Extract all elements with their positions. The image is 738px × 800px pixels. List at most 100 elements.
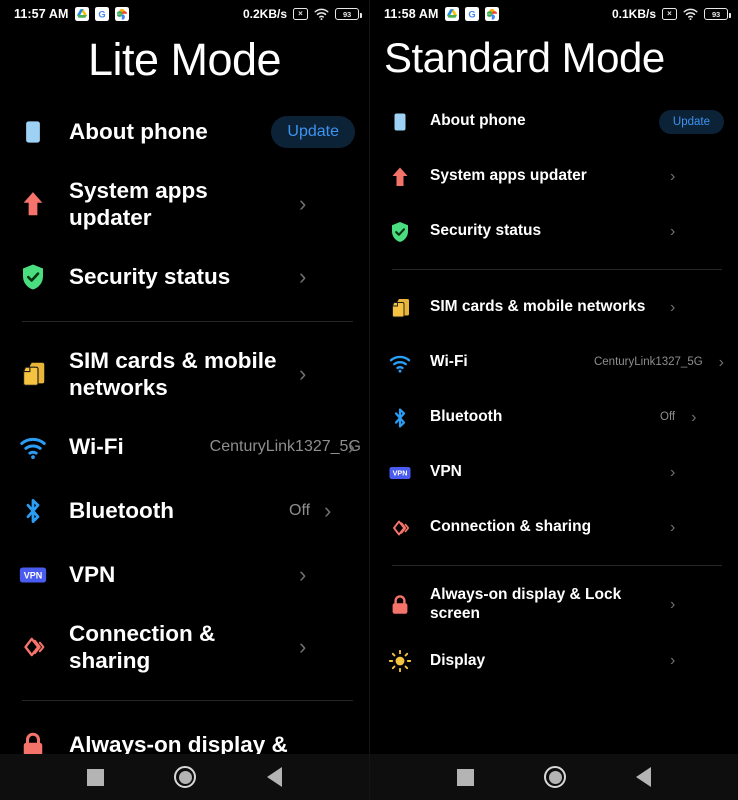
shield-check-icon: [18, 262, 48, 292]
status-app-google-drive-icon: [444, 7, 459, 21]
dual-screenshot-comparison: 11:57 AM G 0.2KB/s × 93 Lite Mode About phone U…: [0, 0, 738, 800]
navigation-bar: [0, 754, 369, 800]
row-label: VPN: [430, 463, 462, 481]
connection-share-icon: [388, 516, 412, 540]
sim-card-icon: [388, 296, 412, 320]
chevron-right-icon: ›: [299, 263, 307, 289]
list-item-security-status[interactable]: Security status ›: [370, 204, 738, 259]
row-label: Security status: [69, 264, 231, 290]
list-divider: [392, 269, 722, 270]
row-label: SIM cards & mobile networks: [69, 347, 277, 401]
list-divider: [22, 699, 353, 701]
chevron-right-icon: ›: [670, 222, 676, 240]
row-label: Connection & sharing: [430, 518, 592, 536]
list-item-system-apps-updater[interactable]: System apps updater ›: [370, 149, 738, 204]
status-app-google-photos-icon: [484, 7, 499, 21]
chevron-right-icon: ›: [299, 191, 307, 217]
list-item-bluetooth[interactable]: Bluetooth Off ›: [0, 479, 369, 543]
no-sim-icon: ×: [662, 8, 677, 20]
settings-list: About phone Update System apps updater › Sec…: [0, 100, 369, 777]
status-app-google-search-icon: G: [464, 7, 479, 21]
list-item-sim-cards[interactable]: SIM cards & mobile networks ›: [370, 280, 738, 335]
list-item-wifi[interactable]: Wi-Fi CenturyLink1327_5G ›: [370, 335, 738, 390]
status-time: 11:57 AM: [14, 7, 69, 21]
phone-square-icon: [18, 117, 48, 147]
list-item-security-status[interactable]: Security status ›: [0, 245, 369, 309]
wifi-status-icon: [314, 8, 329, 21]
row-label: VPN: [69, 562, 116, 588]
standard-mode-screen: 11:58 AM G 0.1KB/s × 93 Standard Mode About ph…: [369, 0, 738, 800]
chevron-right-icon: ›: [670, 518, 676, 536]
chevron-right-icon: ›: [670, 298, 676, 316]
list-item-system-apps-updater[interactable]: System apps updater ›: [0, 164, 369, 245]
wifi-icon: [18, 432, 48, 462]
update-button[interactable]: Update: [658, 109, 724, 134]
list-item-vpn[interactable]: VPN VPN ›: [370, 445, 738, 500]
row-label: System apps updater: [69, 178, 208, 231]
recents-square-icon[interactable]: [457, 768, 474, 786]
row-label: Display: [430, 651, 486, 669]
list-item-about-phone[interactable]: About phone Update: [370, 94, 738, 149]
row-value: CenturyLink1327_5G: [209, 437, 361, 455]
back-triangle-icon[interactable]: [636, 767, 651, 787]
list-item-wifi[interactable]: Wi-Fi CenturyLink1327_5G ›: [0, 415, 369, 479]
connection-share-icon: [18, 632, 48, 662]
lite-mode-screen: 11:57 AM G 0.2KB/s × 93 Lite Mode About phone U…: [0, 0, 369, 800]
chevron-right-icon: ›: [691, 408, 697, 426]
battery-level: 93: [343, 9, 351, 19]
chevron-right-icon: ›: [299, 561, 307, 587]
list-item-display[interactable]: Display ›: [370, 634, 738, 689]
up-arrow-icon: [388, 165, 412, 189]
svg-text:VPN: VPN: [24, 570, 43, 580]
page-title: Standard Mode: [384, 34, 665, 81]
row-label: Connection & sharing: [69, 620, 216, 674]
status-bar-left: 11:57 AM G: [14, 7, 129, 21]
phone-square-icon: [388, 110, 412, 134]
row-label: Wi-Fi: [430, 353, 468, 371]
vpn-badge-icon: VPN: [388, 461, 412, 485]
row-label: System apps updater: [430, 167, 587, 185]
row-label: Always-on display & Lock screen: [430, 586, 622, 622]
battery-indicator: 93: [335, 8, 362, 20]
recents-square-icon[interactable]: [87, 768, 105, 786]
chevron-right-icon: ›: [324, 497, 332, 523]
status-app-google-search-icon: G: [94, 7, 109, 21]
network-speed: 0.2KB/s: [242, 7, 287, 21]
status-bar: 11:57 AM G 0.2KB/s × 93: [0, 0, 369, 28]
status-bar-right: 0.2KB/s × 93: [242, 7, 362, 21]
list-item-bluetooth[interactable]: Bluetooth Off ›: [370, 390, 738, 445]
row-value: Off: [660, 411, 676, 424]
status-bar-right: 0.1KB/s × 93: [612, 7, 731, 21]
list-item-vpn[interactable]: VPN VPN ›: [0, 543, 369, 607]
status-bar-left: 11:58 AM G: [384, 7, 499, 21]
list-item-about-phone[interactable]: About phone Update: [0, 100, 369, 164]
row-value: Off: [289, 501, 311, 519]
chevron-right-icon: ›: [299, 361, 307, 387]
back-triangle-icon[interactable]: [266, 767, 282, 787]
chevron-right-icon: ›: [299, 634, 307, 660]
battery-indicator: 93: [704, 8, 731, 20]
list-item-sim-cards[interactable]: SIM cards & mobile networks ›: [0, 334, 369, 415]
list-item-connection-sharing[interactable]: Connection & sharing ›: [0, 607, 369, 688]
list-divider: [22, 320, 353, 322]
row-label: About phone: [69, 119, 208, 145]
bluetooth-icon: [18, 496, 48, 526]
wifi-status-icon: [683, 8, 698, 21]
update-button[interactable]: Update: [271, 116, 355, 148]
list-divider: [392, 565, 722, 566]
page-title: Lite Mode: [87, 34, 282, 85]
chevron-right-icon: ›: [347, 433, 355, 459]
row-label: Bluetooth: [69, 498, 174, 524]
settings-list: About phone Update System apps updater › Sec…: [370, 94, 738, 689]
brightness-icon: [388, 649, 412, 673]
list-item-connection-sharing[interactable]: Connection & sharing ›: [370, 500, 738, 555]
row-label: Bluetooth: [430, 408, 503, 426]
no-sim-icon: ×: [293, 8, 308, 20]
row-value: CenturyLink1327_5G: [593, 356, 703, 369]
home-circle-icon[interactable]: [174, 766, 197, 788]
home-circle-icon[interactable]: [544, 766, 566, 788]
list-item-always-on-display[interactable]: Always-on display & Lock screen ›: [370, 576, 738, 634]
up-arrow-icon: [18, 189, 48, 219]
chevron-right-icon: ›: [670, 595, 676, 613]
status-time: 11:58 AM: [384, 7, 439, 21]
